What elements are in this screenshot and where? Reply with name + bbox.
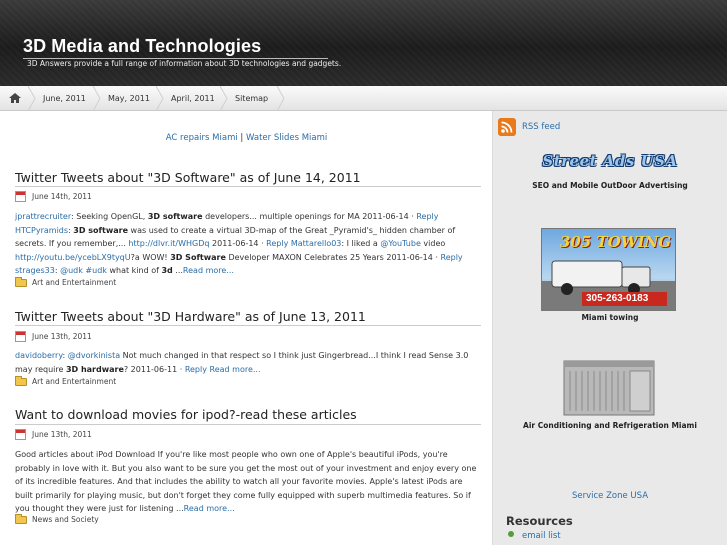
folder-icon <box>15 514 27 524</box>
water-slides-link[interactable]: Water Slides Miami <box>246 133 327 143</box>
user-link[interactable]: jprattrecruiter <box>15 212 71 221</box>
keyword: 3D software <box>73 225 128 235</box>
post-excerpt: Good articles about iPod Download If you… <box>15 448 480 516</box>
hashtag-link[interactable]: #udk <box>85 266 106 275</box>
text: ? 2011-06-11 · <box>123 364 185 374</box>
nav-item-may-2011[interactable]: May, 2011 <box>108 86 150 111</box>
user-link[interactable]: strages33 <box>15 266 55 275</box>
post-divider <box>15 325 481 326</box>
resources-heading: Resources <box>506 514 573 528</box>
category-link[interactable]: Art and Entertainment <box>32 377 116 386</box>
ad-caption: Air Conditioning and Refrigeration Miami <box>523 421 697 430</box>
post-excerpt: davidoberry: @dvorkinista Not much chang… <box>15 349 480 376</box>
calendar-icon <box>15 429 26 440</box>
main-content: AC repairs Miami | Water Slides Miami Tw… <box>0 111 493 545</box>
air-conditioner-icon[interactable] <box>562 357 656 417</box>
read-more-link[interactable]: Read more... <box>183 266 234 275</box>
nav-item-april-2011[interactable]: April, 2011 <box>171 86 215 111</box>
category-link[interactable]: News and Society <box>32 515 99 524</box>
keyword: 3D software <box>147 212 203 221</box>
text: what kind of <box>106 266 162 275</box>
nav-item-sitemap[interactable]: Sitemap <box>235 86 268 111</box>
email-list-link[interactable]: email list <box>522 531 561 541</box>
keyword: 3d <box>161 266 173 275</box>
bullet-icon <box>508 531 514 537</box>
home-icon[interactable] <box>8 92 22 104</box>
post-date-text: June 14th, 2011 <box>32 192 92 201</box>
sidebar: RSS feed Street Ads USA SEO and Mobile O… <box>493 111 727 545</box>
link-separator: | <box>240 133 244 143</box>
service-zone-link[interactable]: Service Zone USA <box>572 491 648 501</box>
calendar-icon <box>15 191 26 202</box>
site-description: 3D Answers provide a full range of infor… <box>27 59 342 68</box>
nav-separator <box>276 86 285 111</box>
reply-link[interactable]: Reply <box>416 212 438 221</box>
keyword: 3D hardware <box>65 364 124 374</box>
youtube-mention-link[interactable]: @YouTube <box>380 239 421 248</box>
service-zone: Service Zone USA <box>493 491 727 501</box>
nav-separator <box>155 86 164 111</box>
text: ?a WOW! <box>130 252 171 262</box>
mention-link[interactable]: @dvorkinista <box>68 351 120 360</box>
calendar-icon <box>15 331 26 342</box>
post-date-text: June 13th, 2011 <box>32 430 92 439</box>
post-title[interactable]: Want to download movies for ipod?-read t… <box>15 407 357 422</box>
main-navigation: June, 2011 May, 2011 April, 2011 Sitemap <box>0 86 727 111</box>
site-title[interactable]: 3D Media and Technologies <box>23 36 261 57</box>
nav-separator <box>92 86 101 111</box>
read-more-link[interactable]: Read more... <box>184 504 235 513</box>
tweet-url-link[interactable]: http://dlvr.it/WHGDq <box>128 239 209 248</box>
user-link[interactable]: davidoberry <box>15 351 63 360</box>
text: video <box>420 239 446 248</box>
text: ... <box>172 266 183 275</box>
folder-icon <box>15 376 27 386</box>
text: : Seeking OpenGL, <box>71 212 148 221</box>
post-divider <box>15 424 481 425</box>
reply-link[interactable]: Reply <box>266 239 288 248</box>
text: Developer MAXON Celebrates 25 Years 2011… <box>225 252 441 262</box>
text: : I liked a <box>341 239 381 248</box>
mention-link[interactable]: @udk <box>60 266 83 275</box>
text: 2011-06-14 · <box>209 239 267 248</box>
text: developers... multiple openings for MA 2… <box>202 212 417 221</box>
ad-caption: SEO and Mobile OutDoor Advertising <box>532 181 688 190</box>
top-links: AC repairs Miami | Water Slides Miami <box>0 133 493 143</box>
towing-phone: 305-263-0183 <box>586 293 649 304</box>
towing-ad-image[interactable]: 305 TOWING 305-263-0183 <box>541 228 676 311</box>
text: Good articles about iPod Download If you… <box>15 450 477 513</box>
nav-separator <box>27 86 36 111</box>
user-link[interactable]: Mattarello03 <box>291 239 342 248</box>
keyword: 3D Software <box>170 252 226 262</box>
rss-icon[interactable] <box>498 118 516 136</box>
tweet-url-link[interactable]: http://youtu.be/ycebLX9tyqU <box>15 253 131 262</box>
street-ads-logo[interactable]: Street Ads USA <box>535 152 685 174</box>
read-more-link[interactable]: Read more... <box>210 365 261 374</box>
post-excerpt: jprattrecruiter: Seeking OpenGL, 3D soft… <box>15 210 480 278</box>
category-link[interactable]: Art and Entertainment <box>32 278 116 287</box>
user-link[interactable]: HTCPyramids <box>15 226 68 235</box>
post-divider <box>15 186 481 187</box>
rss-link[interactable]: RSS feed <box>522 122 560 132</box>
nav-separator <box>219 86 228 111</box>
resources-list-item: email list <box>508 531 561 541</box>
reply-link[interactable]: Reply <box>185 365 207 374</box>
post-title[interactable]: Twitter Tweets about "3D Hardware" as of… <box>15 309 366 324</box>
site-header: 3D Media and Technologies 3D Answers pro… <box>0 0 727 86</box>
nav-item-june-2011[interactable]: June, 2011 <box>43 86 86 111</box>
towing-logo-text: 305 TOWING <box>560 233 672 251</box>
post-date-text: June 13th, 2011 <box>32 332 92 341</box>
folder-icon <box>15 277 27 287</box>
ac-repairs-link[interactable]: AC repairs Miami <box>166 133 238 143</box>
reply-link[interactable]: Reply <box>441 253 463 262</box>
ad-caption: Miami towing <box>581 313 639 322</box>
post-title[interactable]: Twitter Tweets about "3D Software" as of… <box>15 170 361 185</box>
